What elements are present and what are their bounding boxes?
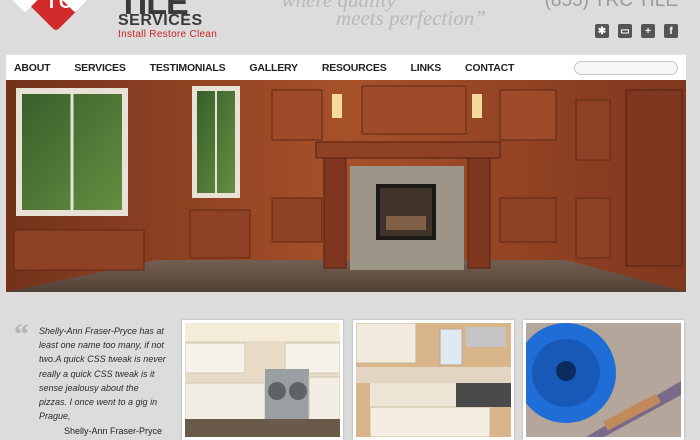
plus-icon[interactable]: + xyxy=(641,24,655,38)
yelp-icon[interactable]: ✱ xyxy=(595,24,609,38)
testimonial-text: Shelly-Ann Fraser-Pryce has at least one… xyxy=(39,326,166,422)
hero-image xyxy=(6,80,686,292)
gallery-thumb-kitchen[interactable] xyxy=(353,320,514,440)
site-header: TC TILE SERVICES Install Restore Clean “… xyxy=(0,0,700,52)
search-input[interactable] xyxy=(574,61,678,75)
nav-item-contact[interactable]: CONTACT xyxy=(465,55,525,81)
nav-item-services[interactable]: SERVICES xyxy=(74,55,136,81)
logo-letters: TC xyxy=(46,0,74,12)
brand-subtitle: SERVICES xyxy=(118,12,203,29)
nav-item-resources[interactable]: RESOURCES xyxy=(322,55,398,81)
gallery-thumb-cleaning[interactable] xyxy=(523,320,684,440)
facebook-icon[interactable]: f xyxy=(664,24,678,38)
main-nav: ABOUT SERVICES TESTIMONIALS GALLERY RESO… xyxy=(6,54,686,81)
social-links: ✱ ▭ + f xyxy=(595,24,678,38)
phone-number: (855) TRC TILE xyxy=(544,0,678,11)
nav-item-links[interactable]: LINKS xyxy=(411,55,453,81)
chat-icon[interactable]: ▭ xyxy=(618,24,632,38)
testimonial-section: “ Shelly-Ann Fraser-Pryce has at least o… xyxy=(6,298,686,440)
gallery-thumb-laundry[interactable] xyxy=(182,320,343,440)
brand-tagline: Install Restore Clean xyxy=(118,29,218,40)
slogan-line-2: meets perfection” xyxy=(336,6,486,30)
nav-item-about[interactable]: ABOUT xyxy=(14,55,61,81)
nav-item-gallery[interactable]: GALLERY xyxy=(249,55,308,81)
testimonial-author: Shelly-Ann Fraser-Pryce xyxy=(64,426,163,436)
nav-item-testimonials[interactable]: TESTIMONIALS xyxy=(150,55,237,81)
quote-mark: “ xyxy=(14,318,29,351)
